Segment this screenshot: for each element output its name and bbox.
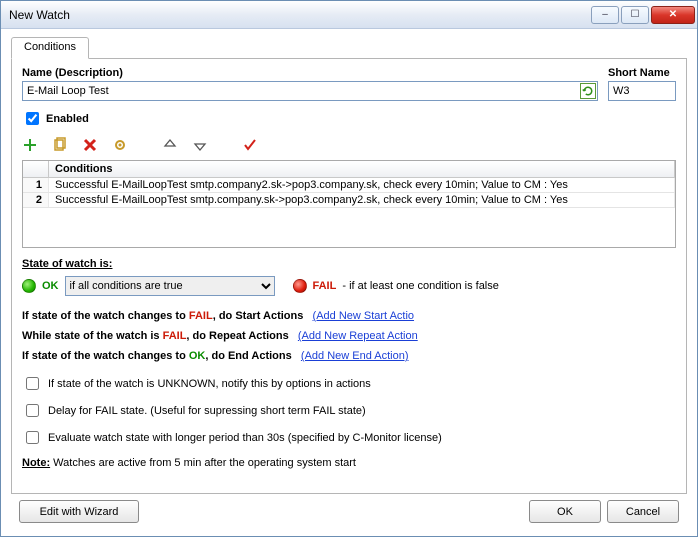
shortname-input[interactable] [608,81,676,101]
close-button[interactable]: ✕ [651,6,695,24]
fail-tail: - if at least one condition is false [342,280,499,292]
l2-pre: While state of the watch is [22,330,163,342]
add-repeat-action-link[interactable]: (Add New Repeat Action [298,330,418,342]
note-label: Note: [22,457,50,469]
add-start-action-link[interactable]: (Add New Start Actio [313,310,415,322]
enabled-label: Enabled [46,113,89,125]
row-text: Successful E-MailLoopTest smtp.company2.… [49,178,675,192]
refresh-icon[interactable] [580,83,596,99]
option-checks: If state of the watch is UNKNOWN, notify… [22,374,676,447]
copy-icon[interactable] [52,137,68,153]
conditions-header-num [23,161,49,177]
row-text: Successful E-MailLoopTest smtp.company.s… [49,193,675,207]
l1-mid: , do [213,310,236,322]
action-lines: If state of the watch changes to FAIL, d… [22,310,676,362]
l1-pre: If state of the watch changes to [22,310,189,322]
l3-act: End Actions [228,350,292,362]
l2-fail: FAIL [163,330,187,342]
minimize-button[interactable]: – [591,6,619,24]
enabled-checkbox[interactable] [26,112,39,125]
window-title: New Watch [9,8,591,22]
ok-button[interactable]: OK [529,500,601,523]
delay-fail-checkbox[interactable] [26,404,39,417]
l1-fail: FAIL [189,310,213,322]
conditions-header-text: Conditions [49,161,675,177]
ok-dot-icon [22,279,36,293]
maximize-button[interactable]: ☐ [621,6,649,24]
row-number: 1 [23,178,49,192]
add-end-action-link[interactable]: (Add New End Action) [301,350,409,362]
move-up-icon[interactable] [162,137,178,153]
state-select[interactable]: if all conditions are true [65,276,275,296]
name-label: Name (Description) [22,67,598,79]
fail-dot-icon [293,279,307,293]
fail-text: FAIL [313,280,337,292]
button-bar: Edit with Wizard OK Cancel [11,494,687,528]
l3-ok: OK [189,350,206,362]
tab-conditions[interactable]: Conditions [11,37,89,59]
window-buttons: – ☐ ✕ [591,6,695,24]
check2-label: Delay for FAIL state. (Useful for supres… [48,405,366,417]
longer-period-checkbox[interactable] [26,431,39,444]
titlebar: New Watch – ☐ ✕ [1,1,697,29]
client-area: Conditions Name (Description) Short Name [1,29,697,536]
table-row[interactable]: 2 Successful E-MailLoopTest smtp.company… [23,193,675,208]
delete-icon[interactable] [82,137,98,153]
edit-wizard-button[interactable]: Edit with Wizard [19,500,139,523]
state-section: State of watch is: OK if all conditions … [22,258,676,296]
add-icon[interactable] [22,137,38,153]
check1-label: If state of the watch is UNKNOWN, notify… [48,378,371,390]
conditions-toolbar [22,136,676,154]
check-icon[interactable] [242,137,258,153]
conditions-table: Conditions 1 Successful E-MailLoopTest s… [22,160,676,248]
move-down-icon[interactable] [192,137,208,153]
note-text: Watches are active from 5 min after the … [50,457,356,469]
ok-text: OK [42,280,59,292]
check3-label: Evaluate watch state with longer period … [48,432,442,444]
name-input[interactable] [22,81,598,101]
l3-pre: If state of the watch changes to [22,350,189,362]
row-number: 2 [23,193,49,207]
name-row: Name (Description) Short Name [22,67,676,101]
l2-act: Repeat Actions [209,330,289,342]
tabstrip: Conditions [11,35,687,59]
l2-mid: , do [186,330,209,342]
l3-mid: , do [205,350,228,362]
note: Note: Watches are active from 5 min afte… [22,457,676,469]
gear-icon[interactable] [112,137,128,153]
table-row[interactable]: 1 Successful E-MailLoopTest smtp.company… [23,178,675,193]
cancel-button[interactable]: Cancel [607,500,679,523]
unknown-notify-checkbox[interactable] [26,377,39,390]
l1-act: Start Actions [235,310,303,322]
new-watch-window: New Watch – ☐ ✕ Conditions Name (Descrip… [0,0,698,537]
shortname-label: Short Name [608,67,676,79]
tabpage-conditions: Name (Description) Short Name Enabled [11,59,687,494]
state-title: State of watch is: [22,258,676,270]
